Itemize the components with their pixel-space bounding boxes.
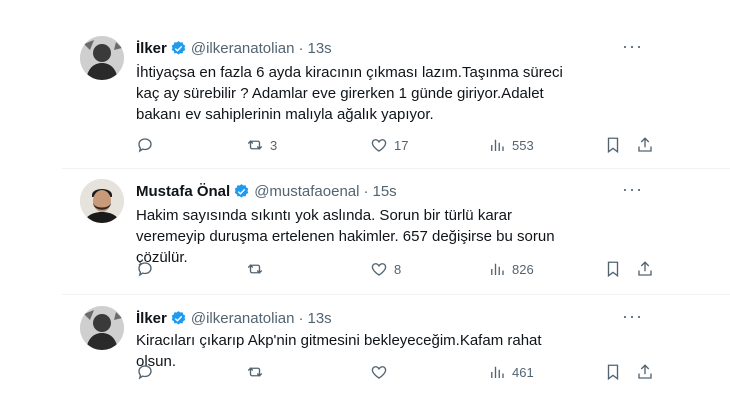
tweet-text: İhtiyaçsa en fazla 6 ayda kiracının çıkm… bbox=[136, 64, 563, 123]
separator: · bbox=[363, 182, 369, 200]
like-button[interactable] bbox=[370, 361, 394, 383]
like-count: 17 bbox=[394, 137, 409, 153]
reply-icon bbox=[138, 138, 152, 153]
bookmark-icon bbox=[607, 261, 619, 278]
like-count: 8 bbox=[394, 261, 402, 277]
tweet-2[interactable]: Mustafa Önal @mustafaoenal · 15s ··· Hak… bbox=[0, 169, 730, 294]
handle[interactable]: @ilkeranatolian bbox=[191, 40, 295, 57]
separator: · bbox=[298, 309, 304, 327]
bookmark-icon bbox=[607, 364, 619, 381]
bookmark-button[interactable] bbox=[604, 361, 622, 383]
tweet-header: İlker @ilkeranatolian · 13s bbox=[136, 38, 332, 58]
share-button[interactable] bbox=[636, 258, 654, 280]
share-icon bbox=[638, 137, 652, 152]
more-horizontal-icon[interactable]: ··· bbox=[622, 307, 642, 330]
bookmark-button[interactable] bbox=[604, 258, 622, 280]
more-horizontal-icon[interactable]: ··· bbox=[622, 180, 642, 203]
separator: · bbox=[298, 39, 304, 57]
avatar[interactable] bbox=[80, 306, 124, 350]
timestamp[interactable]: 13s bbox=[307, 40, 331, 57]
tweet-header: Mustafa Önal @mustafaoenal · 15s bbox=[136, 181, 397, 201]
views-count: 553 bbox=[512, 137, 534, 153]
bookmark-icon bbox=[607, 137, 619, 154]
views-chart-icon bbox=[491, 263, 504, 275]
views-chart-icon bbox=[491, 366, 504, 378]
views-count: 826 bbox=[512, 261, 534, 277]
heart-icon bbox=[371, 263, 387, 276]
views-button[interactable]: 826 bbox=[488, 258, 534, 280]
share-button[interactable] bbox=[636, 361, 654, 383]
display-name[interactable]: İlker bbox=[136, 310, 167, 327]
share-icon bbox=[638, 364, 652, 379]
views-button[interactable]: 461 bbox=[488, 361, 534, 383]
tweet-header: İlker @ilkeranatolian · 13s bbox=[136, 308, 332, 328]
verified-badge-icon bbox=[171, 40, 186, 55]
reply-icon bbox=[138, 365, 152, 380]
bookmark-button[interactable] bbox=[604, 134, 622, 156]
action-bar: 461 bbox=[136, 361, 656, 383]
reply-button[interactable] bbox=[136, 361, 160, 383]
retweet-count: 3 bbox=[270, 137, 278, 153]
retweet-button[interactable] bbox=[246, 361, 270, 383]
retweet-icon bbox=[247, 264, 263, 274]
reply-icon bbox=[138, 262, 152, 277]
verified-badge-icon bbox=[234, 183, 249, 198]
share-icon bbox=[638, 261, 652, 276]
handle[interactable]: @ilkeranatolian bbox=[191, 310, 295, 327]
timestamp[interactable]: 13s bbox=[307, 310, 331, 327]
like-button[interactable]: 8 bbox=[370, 258, 401, 280]
retweet-button[interactable]: 3 bbox=[246, 134, 277, 156]
tweet-3[interactable]: İlker @ilkeranatolian · 13s ··· Kiracıla… bbox=[0, 295, 730, 420]
retweet-icon bbox=[247, 367, 263, 377]
avatar[interactable] bbox=[80, 179, 124, 223]
verified-badge-icon bbox=[171, 310, 186, 325]
avatar[interactable] bbox=[80, 36, 124, 80]
more-horizontal-icon[interactable]: ··· bbox=[622, 37, 642, 60]
views-button[interactable]: 553 bbox=[488, 134, 534, 156]
handle[interactable]: @mustafaoenal bbox=[254, 183, 359, 200]
display-name[interactable]: Mustafa Önal bbox=[136, 183, 230, 200]
share-button[interactable] bbox=[636, 134, 654, 156]
heart-icon bbox=[371, 366, 387, 379]
views-chart-icon bbox=[491, 139, 504, 151]
reply-button[interactable] bbox=[136, 134, 160, 156]
reply-button[interactable] bbox=[136, 258, 160, 280]
views-count: 461 bbox=[512, 364, 534, 380]
like-button[interactable]: 17 bbox=[370, 134, 408, 156]
heart-icon bbox=[371, 139, 387, 152]
retweet-icon bbox=[247, 140, 263, 150]
display-name[interactable]: İlker bbox=[136, 40, 167, 57]
tweet-1[interactable]: İlker @ilkeranatolian · 13s ··· İhtiyaçs… bbox=[0, 0, 730, 168]
action-bar: 8 826 bbox=[136, 258, 656, 280]
action-bar: 3 17 553 bbox=[136, 134, 656, 156]
timestamp[interactable]: 15s bbox=[372, 183, 396, 200]
retweet-button[interactable] bbox=[246, 258, 270, 280]
